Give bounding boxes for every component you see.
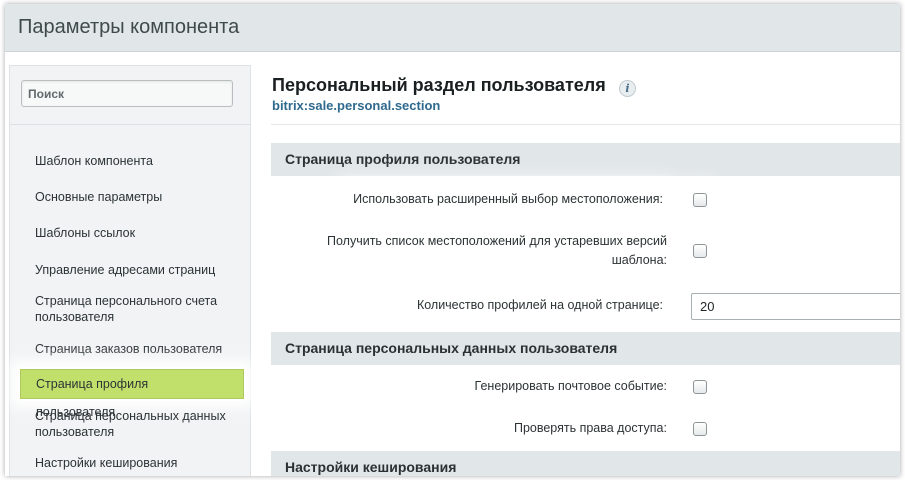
- param-label: Количество профилей на одной странице:: [412, 296, 667, 314]
- param-row: Получить список местоположений для устар…: [297, 232, 667, 270]
- sidebar-item-orders-page[interactable]: Страница заказов пользователя: [20, 341, 244, 357]
- sidebar-item-caching[interactable]: Настройки кеширования: [20, 455, 244, 471]
- sidebar-item-link-templates[interactable]: Шаблоны ссылок: [20, 225, 244, 241]
- sidebar-item-label: Управление адресами страниц: [35, 263, 216, 277]
- sidebar-item-label: Настройки кеширования: [35, 456, 178, 470]
- legacy-locations-checkbox[interactable]: [693, 244, 707, 258]
- sidebar-divider: [10, 124, 250, 125]
- sidebar-item-template[interactable]: Шаблон компонента: [20, 153, 244, 169]
- param-label: Проверять права доступа:: [513, 421, 667, 435]
- sidebar-item-label: Страница персональных данных пользовател…: [35, 409, 226, 439]
- param-row: Проверять права доступа:: [297, 419, 667, 438]
- window-title: Параметры компонента: [18, 16, 240, 38]
- param-row: Количество профилей на одной странице:: [297, 296, 667, 315]
- sidebar-item-profile-page[interactable]: Страница профиля пользователя: [20, 369, 244, 419]
- mail-event-checkbox[interactable]: [693, 380, 707, 394]
- param-label: Использовать расширенный выбор местополо…: [349, 190, 667, 208]
- check-access-checkbox[interactable]: [693, 422, 707, 436]
- info-icon[interactable]: i: [619, 80, 636, 97]
- extended-location-checkbox[interactable]: [693, 193, 707, 207]
- sidebar-item-label: Основные параметры: [35, 190, 163, 204]
- sidebar: Шаблон компонента Основные параметры Шаб…: [9, 65, 251, 476]
- section-header-caching: Настройки кеширования: [271, 451, 900, 476]
- sidebar-item-label: Страница персонального счета пользовател…: [35, 294, 218, 324]
- param-label: Получить список местоположений для устар…: [327, 234, 667, 267]
- sidebar-item-personal-data-page[interactable]: Страница персональных данных пользовател…: [20, 408, 244, 440]
- sidebar-item-label: Шаблон компонента: [35, 154, 153, 168]
- sidebar-item-page-addresses[interactable]: Управление адресами страниц: [20, 262, 244, 278]
- param-row: Генерировать почтовое событие:: [297, 377, 667, 396]
- dialog-content: Шаблон компонента Основные параметры Шаб…: [5, 53, 900, 476]
- sidebar-item-label: Шаблоны ссылок: [35, 226, 136, 240]
- titlebar: Параметры компонента: [5, 4, 900, 52]
- search-input[interactable]: [21, 80, 233, 107]
- section-header-personal-data: Страница персональных данных пользовател…: [271, 332, 900, 365]
- divider: [271, 124, 900, 125]
- main-panel: Персональный раздел пользователя i bitri…: [271, 53, 900, 476]
- param-row: Использовать расширенный выбор местополо…: [297, 190, 667, 209]
- sidebar-item-main-params[interactable]: Основные параметры: [20, 189, 244, 205]
- page-title: Персональный раздел пользователя: [272, 75, 606, 95]
- profiles-per-page-input[interactable]: [691, 293, 900, 320]
- section-header-profile: Страница профиля пользователя: [271, 143, 900, 176]
- sidebar-item-label: Страница заказов пользователя: [35, 342, 223, 356]
- sidebar-item-account-page[interactable]: Страница персонального счета пользовател…: [20, 293, 244, 325]
- dialog-window: Параметры компонента Шаблон компонента О…: [5, 4, 900, 476]
- component-code: bitrix:sale.personal.section: [272, 98, 441, 113]
- param-label: Генерировать почтовое событие:: [474, 379, 667, 393]
